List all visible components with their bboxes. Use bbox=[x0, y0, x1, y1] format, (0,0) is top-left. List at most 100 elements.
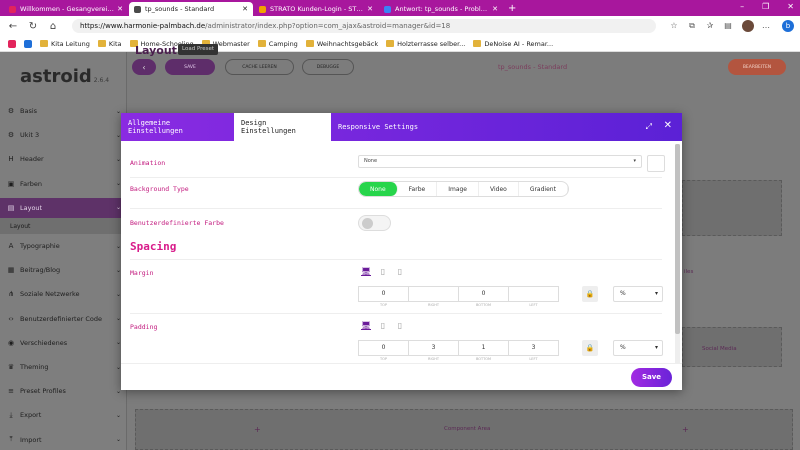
sidebar-item[interactable]: H Header ⌄ bbox=[0, 149, 127, 169]
animation-select[interactable]: None ▾ bbox=[358, 155, 642, 168]
url-field[interactable]: https://www.harmonie-palmbach.de /admini… bbox=[72, 19, 656, 33]
save-button[interactable]: Save bbox=[631, 368, 672, 387]
padding-unit-select[interactable]: % ▾ bbox=[613, 340, 663, 356]
cache-button[interactable]: CACHE LEEREN bbox=[225, 59, 294, 75]
bookmark-item[interactable]: Kita Leitung bbox=[40, 40, 90, 48]
margin-input[interactable] bbox=[408, 286, 459, 302]
sidebar-item[interactable]: ⤒ Import ⌄ bbox=[0, 430, 127, 450]
debug-button[interactable]: DEBUGGE bbox=[302, 59, 354, 75]
sidebar-item[interactable]: ◉ Verschiedenes ⌄ bbox=[0, 333, 127, 353]
back-arrow-icon[interactable]: ← bbox=[6, 21, 20, 32]
close-icon[interactable]: ✕ bbox=[664, 120, 672, 131]
profile-avatar[interactable] bbox=[742, 20, 754, 32]
mobile-icon[interactable]: ▯ bbox=[395, 267, 405, 276]
margin-input[interactable]: 0 bbox=[358, 286, 409, 302]
bookmark-item[interactable]: Holzterrasse selber... bbox=[386, 40, 465, 48]
load-preset-button[interactable]: Load Preset bbox=[178, 44, 219, 55]
edge-icon[interactable]: b bbox=[782, 20, 794, 32]
star-icon[interactable]: ☆ bbox=[668, 20, 680, 32]
expand-icon[interactable]: ⤢ bbox=[646, 122, 652, 132]
sidebar-item[interactable]: ⤓ Export ⌄ bbox=[0, 405, 127, 425]
sidebar-item[interactable]: A Typographie ⌄ bbox=[0, 236, 127, 256]
extensions-icon[interactable]: ⧉ bbox=[686, 20, 698, 32]
sidebar-item[interactable]: ♛ Theming ⌄ bbox=[0, 357, 127, 377]
margin-input[interactable]: 0 bbox=[458, 286, 509, 302]
bookmark-favicon-icon bbox=[8, 39, 16, 48]
animation-label: Animation bbox=[130, 159, 166, 167]
background-option[interactable]: Video bbox=[479, 182, 519, 196]
bookmark-item[interactable]: DeNoise AI - Remar... bbox=[473, 40, 553, 48]
bookmark-item[interactable]: Camping bbox=[257, 40, 298, 48]
margin-unit-select[interactable]: % ▾ bbox=[613, 286, 663, 302]
more-icon[interactable]: … bbox=[760, 20, 772, 32]
modal-scrollbar[interactable] bbox=[675, 144, 680, 363]
restore-icon[interactable]: ❐ bbox=[762, 2, 769, 11]
padding-input[interactable]: 3 bbox=[408, 340, 459, 356]
sidebar-item[interactable]: ▦ Beitrag/Blog ⌄ bbox=[0, 260, 127, 280]
sidebar-subitem-layout[interactable]: Layout bbox=[0, 218, 127, 234]
background-option[interactable]: None bbox=[359, 182, 398, 196]
sidebar-item[interactable]: ≡ Preset Profiles ⌄ bbox=[0, 381, 127, 401]
sidebar-item[interactable]: ‹› Benutzerdefinierter Code ⌄ bbox=[0, 309, 127, 329]
custom-color-toggle[interactable] bbox=[358, 215, 391, 231]
tab-design[interactable]: Design Einstellungen bbox=[234, 113, 331, 141]
save-top-button[interactable]: SAVE bbox=[165, 59, 215, 75]
bookmark-icon[interactable] bbox=[8, 39, 16, 48]
sidebar: astroid 2.6.4 ⚙ Basis ⌄ ⚙ Ukit 3 ⌄ H Header ⌄ ▣ Far… bbox=[0, 52, 127, 450]
sidebar-item[interactable]: ⚙ Basis ⌄ bbox=[0, 101, 127, 121]
side-label: TOP bbox=[379, 357, 387, 361]
sidebar-item-icon: H bbox=[8, 155, 14, 164]
sidebar-item[interactable]: ⚙ Ukit 3 ⌄ bbox=[0, 125, 127, 145]
background-option[interactable]: Gradient bbox=[519, 182, 568, 196]
bookmark-item[interactable]: Kita bbox=[97, 40, 122, 48]
tablet-icon[interactable]: ▯ bbox=[378, 267, 388, 276]
tablet-icon[interactable]: ▯ bbox=[378, 321, 388, 330]
edit-button[interactable]: BEARBEITEN bbox=[728, 59, 786, 75]
chevron-down-icon: ▾ bbox=[654, 344, 658, 351]
tab-close-icon[interactable]: ✕ bbox=[367, 5, 373, 13]
padding-input[interactable]: 3 bbox=[508, 340, 559, 356]
browser-tab[interactable]: tp_sounds - Standard ✕ bbox=[129, 2, 253, 16]
scrollbar-thumb[interactable] bbox=[675, 144, 680, 334]
padding-lock-icon[interactable]: 🔒 bbox=[582, 340, 598, 356]
back-button[interactable]: ‹ bbox=[132, 59, 156, 75]
margin-lock-icon[interactable]: 🔒 bbox=[582, 286, 598, 302]
tab-close-icon[interactable]: ✕ bbox=[492, 5, 498, 13]
side-label: RIGHT bbox=[428, 303, 439, 307]
bookmark-icon[interactable] bbox=[24, 39, 32, 48]
favorites-icon[interactable]: ✰ bbox=[704, 20, 716, 32]
bg-component-text: Component Area bbox=[444, 426, 491, 432]
collections-icon[interactable]: ▤ bbox=[722, 20, 734, 32]
mobile-icon[interactable]: ▯ bbox=[395, 321, 405, 330]
tab-close-icon[interactable]: ✕ bbox=[242, 5, 248, 13]
browser-tab[interactable]: Willkommen - Gesangverein Har✕ bbox=[4, 2, 128, 16]
close-window-icon[interactable]: ✕ bbox=[787, 2, 794, 11]
padding-input[interactable]: 0 bbox=[358, 340, 409, 356]
tab-close-icon[interactable]: ✕ bbox=[117, 5, 123, 13]
tab-general[interactable]: Allgemeine Einstellungen bbox=[121, 113, 234, 141]
browser-tab[interactable]: STRATO Kunden-Login - STRATO ✕ bbox=[254, 2, 378, 16]
background-option[interactable]: Image bbox=[437, 182, 479, 196]
tab-responsive[interactable]: Responsive Settings bbox=[331, 113, 431, 141]
padding-unit-value: % bbox=[620, 344, 626, 351]
minimize-icon[interactable]: – bbox=[740, 2, 744, 11]
animation-extra-field[interactable] bbox=[647, 155, 665, 172]
bg-plus-icon[interactable]: + bbox=[682, 425, 689, 434]
background-option[interactable]: Farbe bbox=[398, 182, 438, 196]
browser-tab[interactable]: Antwort: tp_sounds - Probleme ✕ bbox=[379, 2, 503, 16]
margin-input[interactable] bbox=[508, 286, 559, 302]
sidebar-item[interactable]: ⋔ Soziale Netzwerke ⌄ bbox=[0, 284, 127, 304]
padding-input[interactable]: 1 bbox=[458, 340, 509, 356]
sidebar-item[interactable]: ▤ Layout ⌄ bbox=[0, 197, 127, 218]
desktop-icon[interactable]: 🖥 bbox=[361, 321, 371, 330]
bg-styles-text: iles bbox=[684, 269, 694, 275]
reload-icon[interactable]: ↻ bbox=[26, 21, 40, 32]
browser-tab-strip: Willkommen - Gesangverein Har✕tp_sounds … bbox=[0, 0, 800, 16]
sidebar-item[interactable]: ▣ Farben ⌄ bbox=[0, 174, 127, 194]
home-icon[interactable]: ⌂ bbox=[46, 21, 60, 32]
sidebar-item-label: Beitrag/Blog bbox=[20, 266, 61, 275]
bg-plus-icon[interactable]: + bbox=[254, 425, 261, 434]
new-tab-button[interactable]: + bbox=[508, 2, 516, 16]
bookmark-item[interactable]: Weihnachtsgebäck bbox=[305, 40, 378, 48]
desktop-icon[interactable]: 🖥 bbox=[361, 267, 371, 276]
